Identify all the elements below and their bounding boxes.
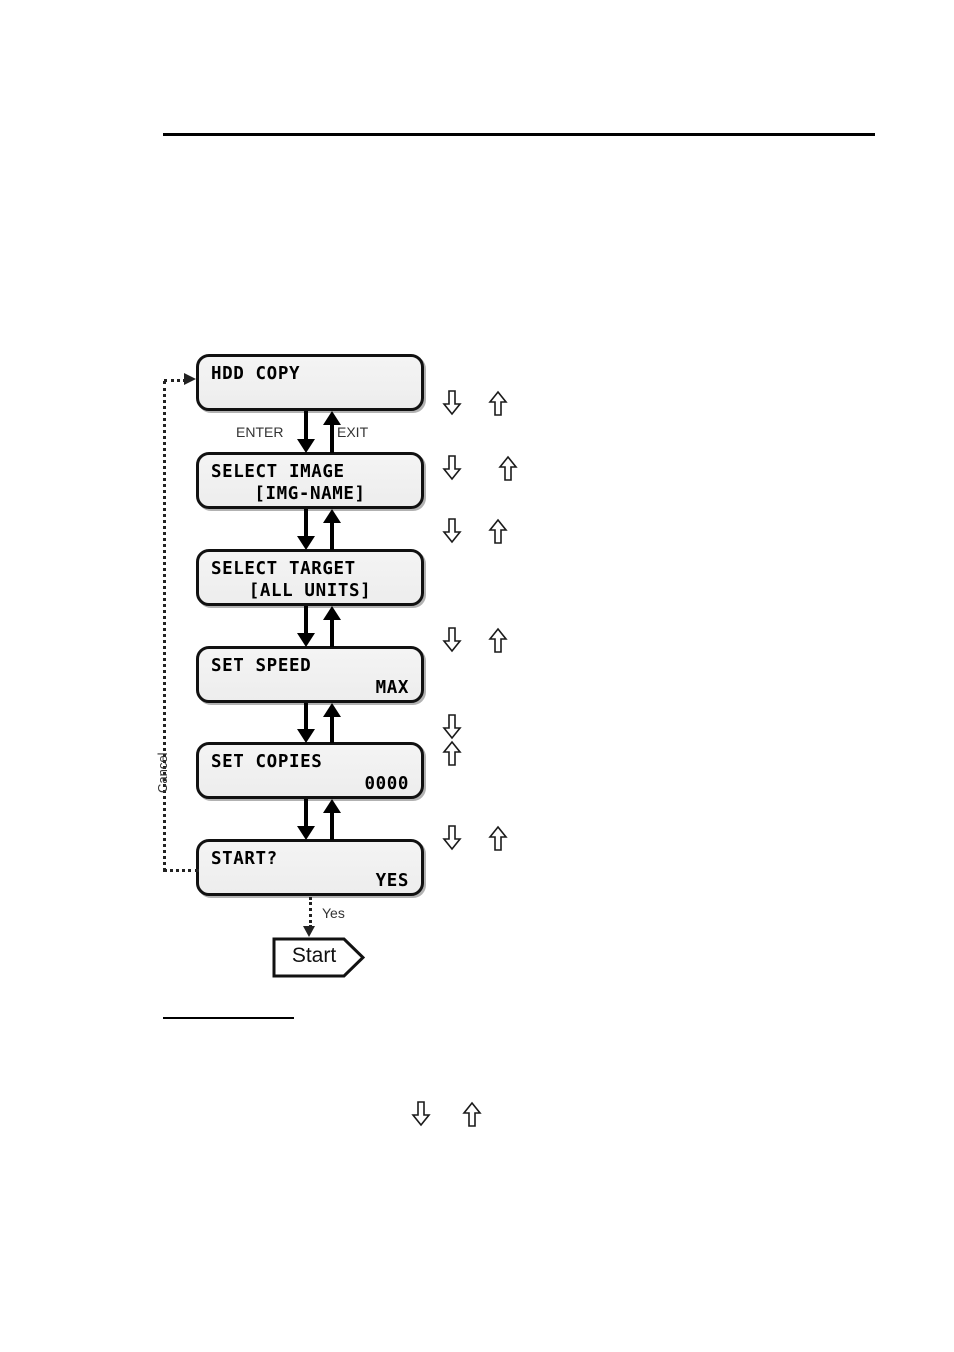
connector-up-shaft <box>330 521 334 550</box>
connector-down-arrowhead <box>297 826 315 840</box>
arrow-up-hollow-icon[interactable] <box>488 390 508 416</box>
arrow-down-hollow-icon[interactable] <box>442 455 462 481</box>
arrow-up-hollow-icon[interactable] <box>488 518 508 544</box>
connector-down-shaft <box>304 509 308 536</box>
lcd-box-select-target[interactable]: SELECT TARGET [ALL UNITS] <box>196 549 424 606</box>
lcd-line-secondary: [IMG-NAME] <box>254 484 366 504</box>
edge-label-cancel: Cancel <box>155 752 170 793</box>
lcd-box-hdd-copy[interactable]: HDD COPY <box>196 354 424 411</box>
arrow-up-hollow-icon[interactable] <box>498 455 518 481</box>
connector-up-arrowhead <box>323 606 341 620</box>
yes-path-vertical <box>309 897 312 928</box>
footnote-separator-rule <box>163 1017 294 1019</box>
connector-up-shaft <box>330 618 334 647</box>
connector-up-arrowhead <box>323 703 341 717</box>
connector-down-arrowhead <box>297 729 315 743</box>
lcd-line-secondary: 0000 <box>364 774 409 794</box>
connector-down-arrowhead <box>297 633 315 647</box>
connector-up-arrowhead <box>323 509 341 523</box>
document-page: HDD COPY SELECT IMAGE [IMG-NAME] SELECT … <box>0 0 954 1352</box>
edge-label-enter: ENTER <box>236 424 284 440</box>
arrow-down-hollow-icon[interactable] <box>442 825 462 851</box>
yes-path-arrowhead-icon <box>303 926 315 937</box>
connector-up-shaft <box>330 811 334 840</box>
arrow-down-hollow-icon[interactable] <box>442 390 462 416</box>
arrow-up-hollow-icon[interactable] <box>442 740 462 766</box>
edge-label-yes: Yes <box>322 905 345 921</box>
arrow-down-hollow-icon[interactable] <box>442 627 462 653</box>
lcd-line-primary: SET COPIES <box>211 752 323 772</box>
connector-up-arrowhead <box>323 799 341 813</box>
connector-down-shaft <box>304 799 308 826</box>
connector-down-arrowhead <box>297 439 315 453</box>
connector-up-shaft <box>330 715 334 743</box>
connector-down-shaft <box>304 411 308 439</box>
lcd-line-primary: HDD COPY <box>211 364 301 384</box>
arrow-up-hollow-icon[interactable] <box>488 627 508 653</box>
lcd-line-primary: START? <box>211 849 278 869</box>
connector-up-arrowhead <box>323 411 341 425</box>
connector-down-arrowhead <box>297 536 315 550</box>
lcd-line-secondary: MAX <box>375 678 409 698</box>
cancel-path-top-segment <box>164 379 186 382</box>
connector-setcopies-start <box>290 799 360 840</box>
connector-setspeed-setcopies <box>290 703 360 743</box>
connector-down-shaft <box>304 703 308 729</box>
connector-up-shaft <box>330 423 334 453</box>
lcd-line-primary: SELECT TARGET <box>211 559 356 579</box>
cancel-path-arrowhead-icon <box>184 373 196 385</box>
lcd-box-set-copies[interactable]: SET COPIES 0000 <box>196 742 424 799</box>
connector-selecttarget-setspeed <box>290 606 360 647</box>
connector-down-shaft <box>304 606 308 633</box>
lcd-box-start-prompt[interactable]: START? YES <box>196 839 424 896</box>
start-terminator-label: Start <box>291 944 337 967</box>
arrow-up-hollow-icon[interactable] <box>488 825 508 851</box>
lcd-box-set-speed[interactable]: SET SPEED MAX <box>196 646 424 703</box>
lcd-line-primary: SELECT IMAGE <box>211 462 345 482</box>
header-rule <box>163 133 875 136</box>
connector-selectimage-selecttarget <box>290 509 360 550</box>
arrow-down-hollow-icon[interactable] <box>442 714 462 740</box>
edge-label-exit: EXIT <box>337 424 369 440</box>
arrow-down-hollow-icon[interactable] <box>411 1101 431 1127</box>
lcd-line-primary: SET SPEED <box>211 656 312 676</box>
cancel-path-bottom-segment <box>163 869 199 872</box>
lcd-box-select-image[interactable]: SELECT IMAGE [IMG-NAME] <box>196 452 424 509</box>
lcd-line-secondary: YES <box>375 871 409 891</box>
cancel-path-vertical <box>163 381 166 871</box>
lcd-line-secondary: [ALL UNITS] <box>248 581 372 601</box>
arrow-up-hollow-icon[interactable] <box>462 1101 482 1127</box>
arrow-down-hollow-icon[interactable] <box>442 518 462 544</box>
